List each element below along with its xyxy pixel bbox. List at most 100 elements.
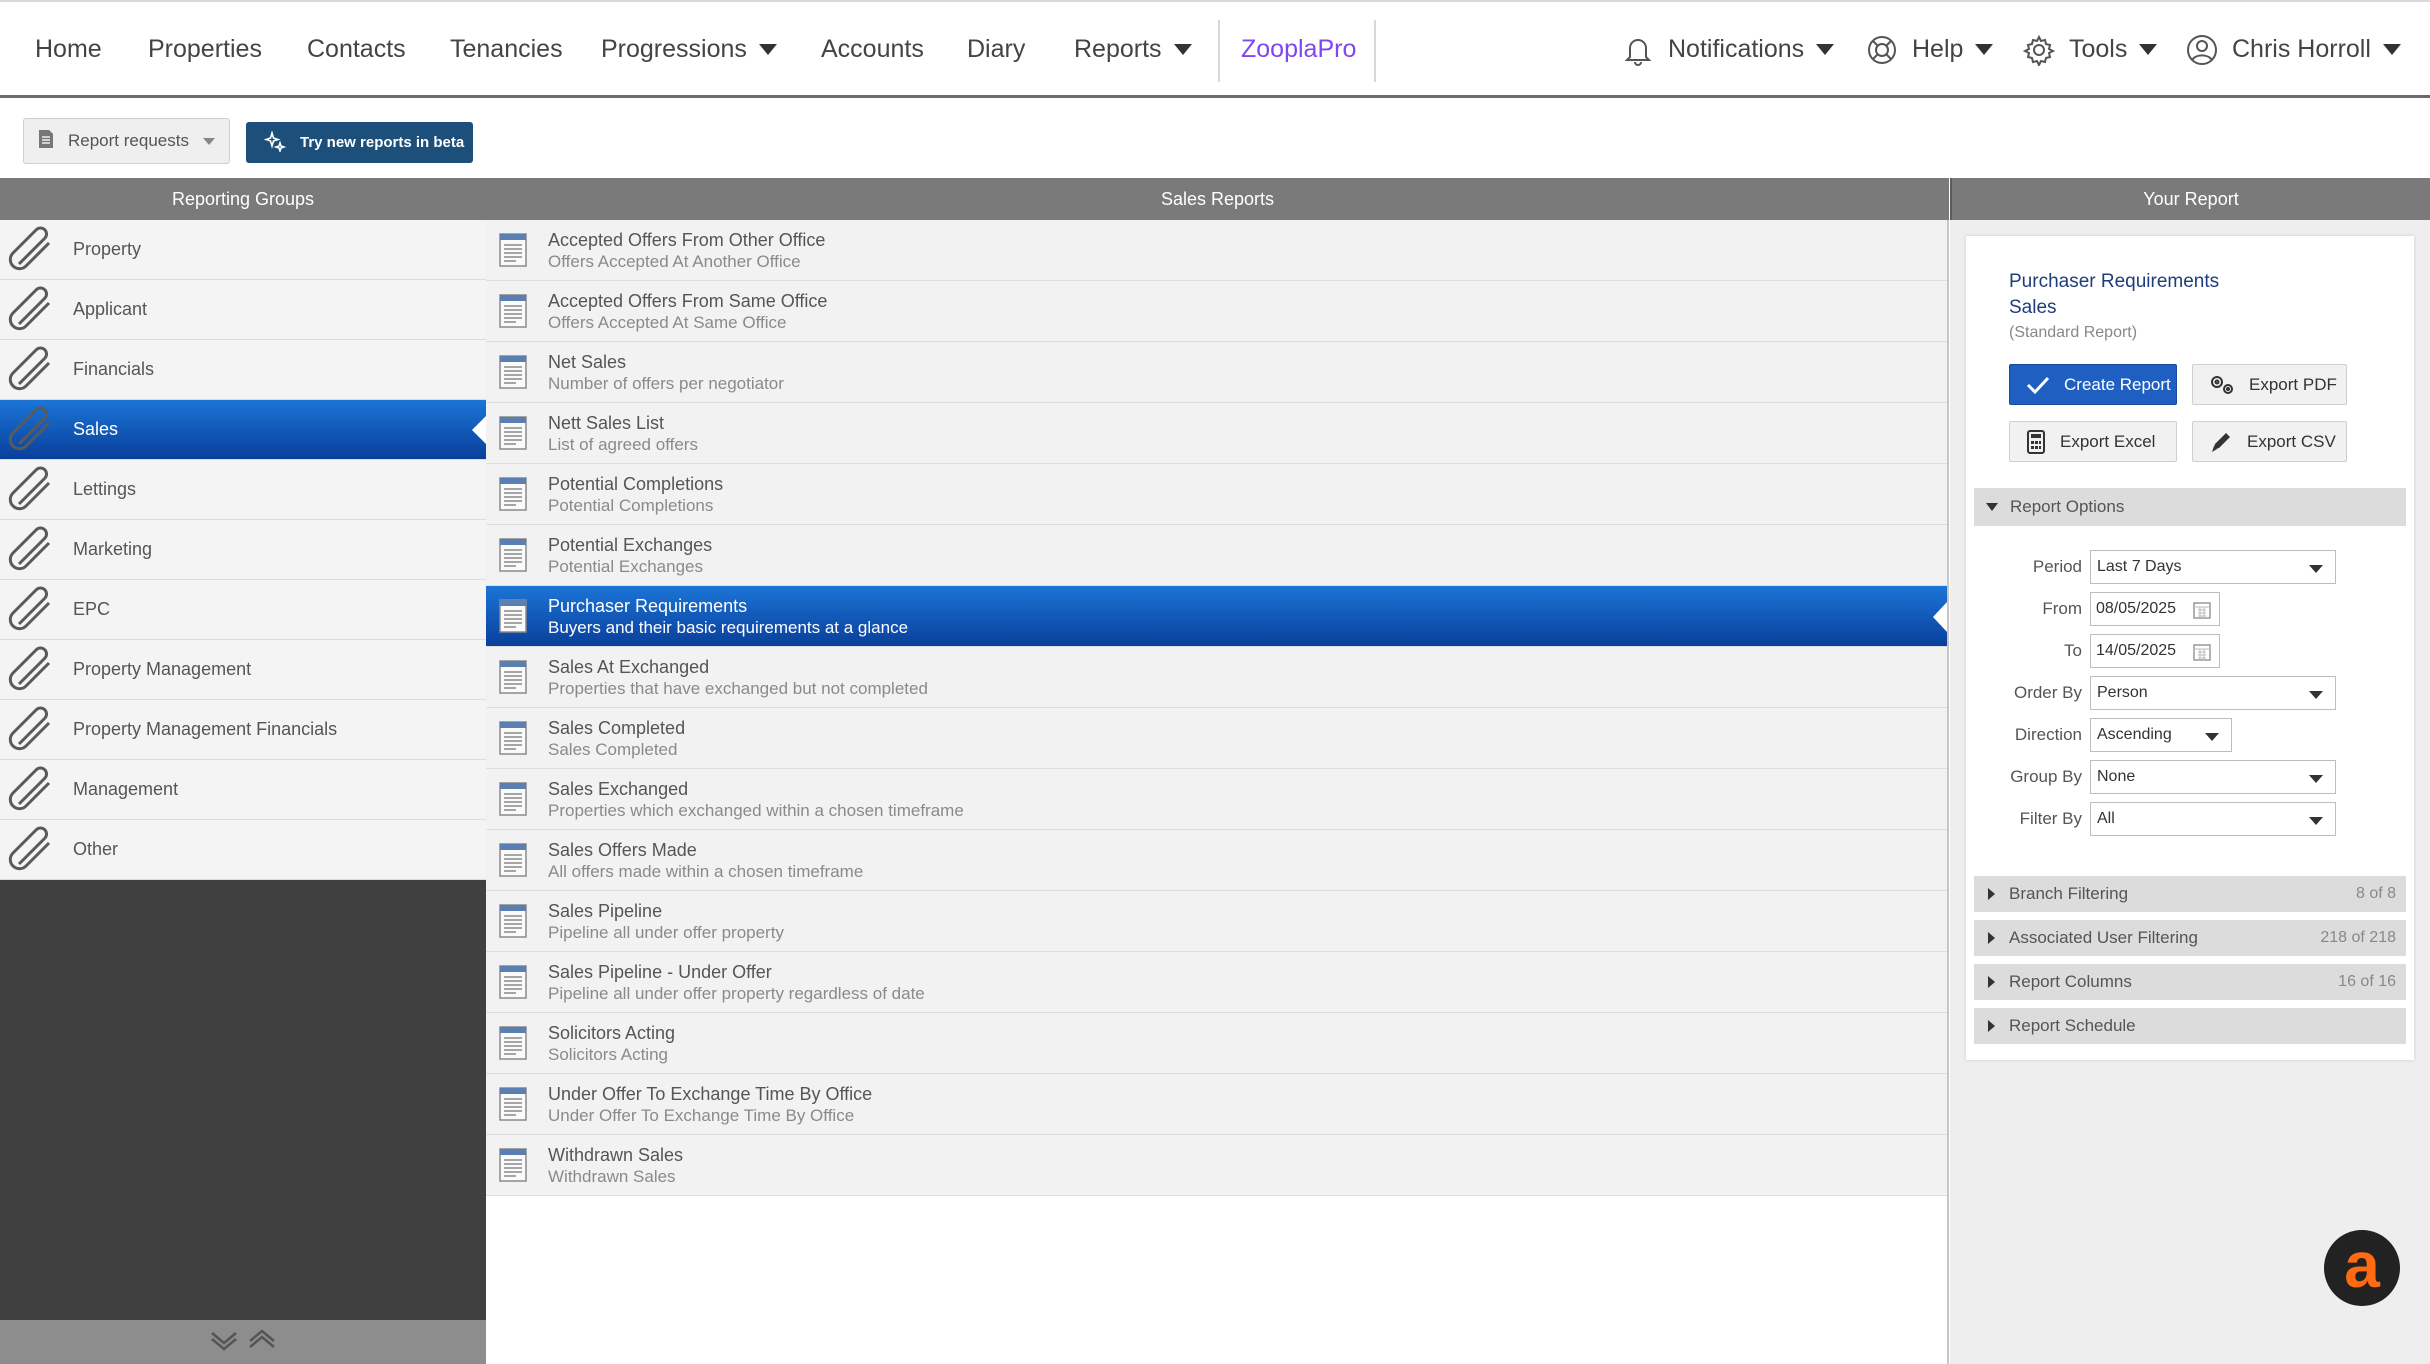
report-columns-section[interactable]: Report Columns 16 of 16 bbox=[1974, 964, 2406, 1000]
report-item-description: Solicitors Acting bbox=[548, 1045, 668, 1064]
group-by-row: Group By None bbox=[1974, 760, 2406, 794]
report-category: Sales bbox=[2009, 297, 2057, 318]
export-pdf-button[interactable]: Export PDF bbox=[2192, 364, 2347, 405]
your-report-title: Your Report bbox=[2143, 188, 2239, 209]
group-item-financials[interactable]: Financials bbox=[0, 340, 486, 400]
nav-contacts[interactable]: Contacts bbox=[307, 2, 406, 97]
order-by-select[interactable]: Person bbox=[2090, 676, 2336, 710]
calendar-icon[interactable] bbox=[2193, 601, 2211, 619]
group-item-label: Sales bbox=[73, 419, 119, 439]
direction-select[interactable]: Ascending bbox=[2090, 718, 2232, 752]
assistant-logo-button[interactable]: a bbox=[2324, 1230, 2400, 1306]
group-item-sales[interactable]: Sales bbox=[0, 400, 486, 460]
nav-tools-label: Tools bbox=[2069, 35, 2128, 63]
group-item-marketing[interactable]: Marketing bbox=[0, 520, 486, 580]
nav-user-menu[interactable]: Chris Horroll bbox=[2186, 2, 2401, 97]
your-report-header: Your Report bbox=[1950, 178, 2430, 220]
report-item[interactable]: Withdrawn Sales Withdrawn Sales bbox=[486, 1135, 1947, 1196]
report-card: Purchaser Requirements Sales (Standard R… bbox=[1966, 236, 2414, 1060]
paperclip-icon bbox=[7, 826, 57, 877]
export-csv-button[interactable]: Export CSV bbox=[2192, 421, 2347, 462]
report-schedule-section[interactable]: Report Schedule bbox=[1974, 1008, 2406, 1044]
period-select[interactable]: Last 7 Days bbox=[2090, 550, 2336, 584]
collapse-down-icon[interactable] bbox=[209, 1329, 239, 1356]
report-options-section[interactable]: Report Options bbox=[1974, 488, 2406, 526]
user-avatar-icon bbox=[2186, 34, 2218, 66]
group-by-label: Group By bbox=[2010, 767, 2082, 786]
nav-help[interactable]: Help bbox=[1866, 2, 1994, 97]
report-document-icon bbox=[496, 780, 530, 823]
report-document-icon bbox=[496, 841, 530, 884]
group-item-label: Management bbox=[73, 779, 179, 799]
associated-user-filtering-section[interactable]: Associated User Filtering 218 of 218 bbox=[1974, 920, 2406, 956]
to-date-input[interactable]: 14/05/2025 bbox=[2090, 634, 2220, 668]
report-item[interactable]: Sales Pipeline - Under Offer Pipeline all… bbox=[486, 952, 1947, 1013]
report-item[interactable]: Sales Exchanged Properties which exchange… bbox=[486, 769, 1947, 830]
group-item-property-management[interactable]: Property Management bbox=[0, 640, 486, 700]
reporting-groups-list: Property Applicant Financials Sales Lettings… bbox=[0, 220, 486, 880]
report-item[interactable]: Potential Completions Potential Completio… bbox=[486, 464, 1947, 525]
nav-reports[interactable]: Reports bbox=[1074, 2, 1192, 97]
nav-properties[interactable]: Properties bbox=[148, 2, 262, 97]
nav-tenancies[interactable]: Tenancies bbox=[450, 2, 563, 97]
report-item[interactable]: Potential Exchanges Potential Exchanges bbox=[486, 525, 1947, 586]
nav-tenancies-label: Tenancies bbox=[450, 35, 563, 63]
report-item-description: Potential Completions bbox=[548, 496, 714, 515]
group-item-management[interactable]: Management bbox=[0, 760, 486, 820]
report-item[interactable]: Solicitors Acting Solicitors Acting bbox=[486, 1013, 1947, 1074]
nav-accounts[interactable]: Accounts bbox=[821, 2, 924, 97]
create-report-button[interactable]: Create Report bbox=[2009, 364, 2177, 405]
group-by-select[interactable]: None bbox=[2090, 760, 2336, 794]
calendar-icon[interactable] bbox=[2193, 643, 2211, 661]
filter-by-select[interactable]: All bbox=[2090, 802, 2336, 836]
report-item[interactable]: Under Offer To Exchange Time By Office Un… bbox=[486, 1074, 1947, 1135]
report-item-title: Under Offer To Exchange Time By Office bbox=[548, 1084, 873, 1104]
from-date-value: 08/05/2025 bbox=[2096, 600, 2177, 617]
nav-zooplapro[interactable]: ZooplaPro bbox=[1241, 2, 1356, 97]
report-item[interactable]: Accepted Offers From Same Office Offers A… bbox=[486, 281, 1947, 342]
report-item[interactable]: Purchaser Requirements Buyers and their b… bbox=[486, 586, 1947, 647]
order-by-value: Person bbox=[2097, 684, 2148, 701]
try-beta-reports-button[interactable]: Try new reports in beta bbox=[246, 122, 473, 163]
report-item-description: Properties that have exchanged but not c… bbox=[548, 679, 928, 698]
report-item[interactable]: Sales Completed Sales Completed bbox=[486, 708, 1947, 769]
chevron-down-icon bbox=[2309, 565, 2323, 573]
report-item[interactable]: Sales Pipeline Pipeline all under offer p… bbox=[486, 891, 1947, 952]
branch-filtering-section[interactable]: Branch Filtering 8 of 8 bbox=[1974, 876, 2406, 912]
chevron-down-icon bbox=[202, 137, 215, 145]
report-item[interactable]: Net Sales Number of offers per negotiator bbox=[486, 342, 1947, 403]
nav-diary[interactable]: Diary bbox=[967, 2, 1025, 97]
report-requests-dropdown[interactable]: Report requests bbox=[23, 118, 230, 164]
collapse-up-icon[interactable] bbox=[247, 1328, 277, 1356]
nav-progressions[interactable]: Progressions bbox=[601, 2, 777, 97]
group-item-epc[interactable]: EPC bbox=[0, 580, 486, 640]
section-label: Report Schedule bbox=[2009, 1016, 2136, 1035]
paperclip-icon bbox=[7, 526, 57, 577]
group-item-lettings[interactable]: Lettings bbox=[0, 460, 486, 520]
group-item-property-management-financials[interactable]: Property Management Financials bbox=[0, 700, 486, 760]
export-excel-button[interactable]: Export Excel bbox=[2009, 421, 2177, 462]
toolbar: Report requests Try new reports in beta bbox=[0, 98, 2430, 178]
nav-help-label: Help bbox=[1912, 35, 1964, 63]
nav-notifications[interactable]: Notifications bbox=[1622, 2, 1835, 97]
chevron-down-icon bbox=[2139, 44, 2158, 55]
group-item-label: Marketing bbox=[73, 539, 153, 559]
group-item-applicant[interactable]: Applicant bbox=[0, 280, 486, 340]
group-item-label: Applicant bbox=[73, 299, 148, 319]
report-item[interactable]: Nett Sales List List of agreed offers bbox=[486, 403, 1947, 464]
report-name: Purchaser Requirements bbox=[2009, 271, 2220, 292]
from-date-input[interactable]: 08/05/2025 bbox=[2090, 592, 2220, 626]
group-item-other[interactable]: Other bbox=[0, 820, 486, 880]
report-item-title: Sales Offers Made bbox=[548, 840, 697, 860]
report-item[interactable]: Sales Offers Made All offers made within … bbox=[486, 830, 1947, 891]
period-value: Last 7 Days bbox=[2097, 558, 2182, 575]
nav-home[interactable]: Home bbox=[35, 2, 102, 97]
export-excel-label: Export Excel bbox=[2060, 431, 2156, 451]
nav-tools[interactable]: Tools bbox=[2023, 2, 2158, 97]
report-item[interactable]: Accepted Offers From Other Office Offers … bbox=[486, 220, 1947, 281]
group-item-property[interactable]: Property bbox=[0, 220, 486, 280]
paperclip-icon bbox=[7, 586, 57, 637]
report-item[interactable]: Sales At Exchanged Properties that have e… bbox=[486, 647, 1947, 708]
gear-icon bbox=[2023, 34, 2055, 66]
checkmark-icon bbox=[2026, 376, 2050, 394]
